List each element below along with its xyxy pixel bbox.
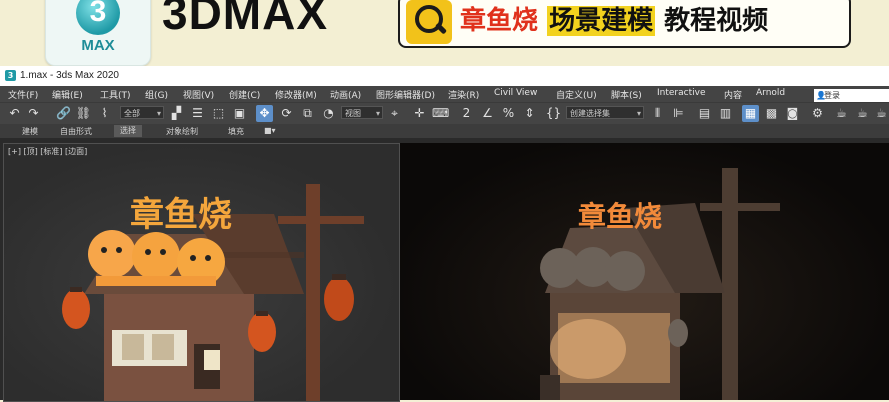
stall-sign-clay: 章鱼烧 [578,200,662,233]
redo-icon[interactable]: ↷ [25,105,42,122]
menu-views[interactable]: 视图(V) [183,88,214,101]
menu-create[interactable]: 创建(C) [229,88,260,101]
menu-edit[interactable]: 编辑(E) [52,88,83,101]
schematic-view-icon[interactable]: ▩ [763,105,780,122]
stall-sign-colored: 章鱼烧 [130,195,232,235]
banner: 3 MAX 3DMAX 章鱼烧 场景建模 教程视频 [0,0,889,66]
render-setup-icon[interactable]: ⚙ [809,105,826,122]
menu-content[interactable]: 内容 [724,88,742,101]
viewport-area: [+] [顶] [标准] [边面] 章鱼烧 章鱼烧 [0,138,889,402]
named-selection-dropdown[interactable]: 创建选择集 [566,106,644,120]
logo-text: MAX [81,37,115,54]
rectangle-selection-icon[interactable]: ⬚ [210,105,227,122]
material-editor-icon[interactable]: ◙ [784,105,801,122]
headline-red: 章鱼烧 [460,6,539,36]
angle-snap-icon[interactable]: ∠ [479,105,496,122]
menu-customize[interactable]: 自定义(U) [556,88,597,101]
sign-in-field[interactable]: 👤 登录 [814,89,889,102]
pivot-center-icon[interactable]: ⌖ [386,105,403,122]
link-icon[interactable]: 🔗 [55,105,72,122]
bind-space-warp-icon[interactable]: ⌇ [96,105,113,122]
keyboard-shortcut-icon[interactable]: ⌨ [432,105,449,122]
scale-icon[interactable]: ⧉ [299,105,316,122]
menu-arnold[interactable]: Arnold [756,88,785,98]
app-icon: 3 [5,70,16,81]
viewport-top[interactable]: [+] [顶] [标准] [边面] 章鱼烧 [3,143,400,402]
undo-icon[interactable]: ↶ [6,105,23,122]
reference-coordinate-dropdown[interactable]: 视图 [341,106,383,120]
menu-animation[interactable]: 动画(A) [330,88,361,101]
stall-render-clay: 章鱼烧 [540,168,780,400]
menu-scripting[interactable]: 脚本(S) [611,88,642,101]
menu-tools[interactable]: 工具(T) [100,88,131,101]
tab-freeform[interactable]: 自由形式 [60,126,92,137]
window-title: 1.max - 3ds Max 2020 [20,70,119,81]
move-icon[interactable]: ✥ [256,105,273,122]
select-by-name-icon[interactable]: ☰ [189,105,206,122]
selection-filter-dropdown[interactable]: 全部 [120,106,164,120]
render-iterative-icon[interactable]: ☕ [873,105,889,122]
window-crossing-icon[interactable]: ▣ [231,105,248,122]
ribbon-tabs: 建模 自由形式 选择 对象绘制 填充 ■▾ [0,124,889,138]
app-window: 3 1.max - 3ds Max 2020 文件(F) 编辑(E) 工具(T)… [0,66,889,402]
percent-snap-icon[interactable]: % [500,105,517,122]
ribbon-options-icon[interactable]: ■▾ [264,126,276,135]
headline-highlight: 场景建模 [547,6,656,36]
viewport-render[interactable]: 章鱼烧 [400,143,889,400]
tab-modeling[interactable]: 建模 [22,126,38,137]
align-icon[interactable]: ⊫ [670,105,687,122]
render-production-icon[interactable]: ☕ [854,105,871,122]
headline: 章鱼烧 场景建模 教程视频 [460,0,768,37]
snaps-toggle-icon[interactable]: 2 [458,105,475,122]
tab-populate[interactable]: 填充 [228,126,244,137]
3ds-max-logo: 3 MAX [45,0,151,66]
stall-render-colored: 章鱼烧 [62,184,364,401]
unlink-icon[interactable]: ⛓ [75,105,92,122]
toggle-ribbon-icon[interactable]: ▥ [717,105,734,122]
menu-group[interactable]: 组(G) [145,88,168,101]
menu-graph-editors[interactable]: 图形编辑器(D) [376,88,435,101]
headline-tail: 教程视频 [664,6,769,36]
window-titlebar: 3 1.max - 3ds Max 2020 [0,66,889,86]
select-object-icon[interactable]: ▞ [168,105,185,122]
menu-bar: 文件(F) 编辑(E) 工具(T) 组(G) 视图(V) 创建(C) 修改器(M… [0,86,889,102]
main-toolbar: ↶ ↷ 🔗 ⛓ ⌇ 全部 ▞ ☰ ⬚ ▣ ✥ ⟳ ⧉ ◔ 视图 ⌖ ✛ ⌨ 2 … [0,102,889,125]
tab-selection[interactable]: 选择 [114,125,142,137]
menu-interactive[interactable]: Interactive [657,88,705,98]
tab-object-paint[interactable]: 对象绘制 [166,126,198,137]
logo-glyph: 3 [76,0,120,35]
headline-box: 章鱼烧 场景建模 教程视频 [398,0,851,48]
user-icon: 👤 [816,91,826,100]
edit-named-selection-icon[interactable]: {} [545,105,562,122]
menu-rendering[interactable]: 渲染(R) [448,88,479,101]
rotate-icon[interactable]: ⟳ [278,105,295,122]
curve-editor-icon[interactable]: ▦ [742,105,759,122]
layer-explorer-icon[interactable]: ▤ [696,105,713,122]
menu-file[interactable]: 文件(F) [8,88,38,101]
menu-modifiers[interactable]: 修改器(M) [275,88,317,101]
spinner-snap-icon[interactable]: ⇕ [521,105,538,122]
place-icon[interactable]: ◔ [320,105,337,122]
search-icon [406,0,452,44]
render-frame-icon[interactable]: ☕ [833,105,850,122]
menu-civil-view[interactable]: Civil View [494,88,537,98]
brand-title: 3DMAX [162,0,329,39]
select-manipulate-icon[interactable]: ✛ [411,105,428,122]
mirror-icon[interactable]: ⫴ [649,105,666,122]
